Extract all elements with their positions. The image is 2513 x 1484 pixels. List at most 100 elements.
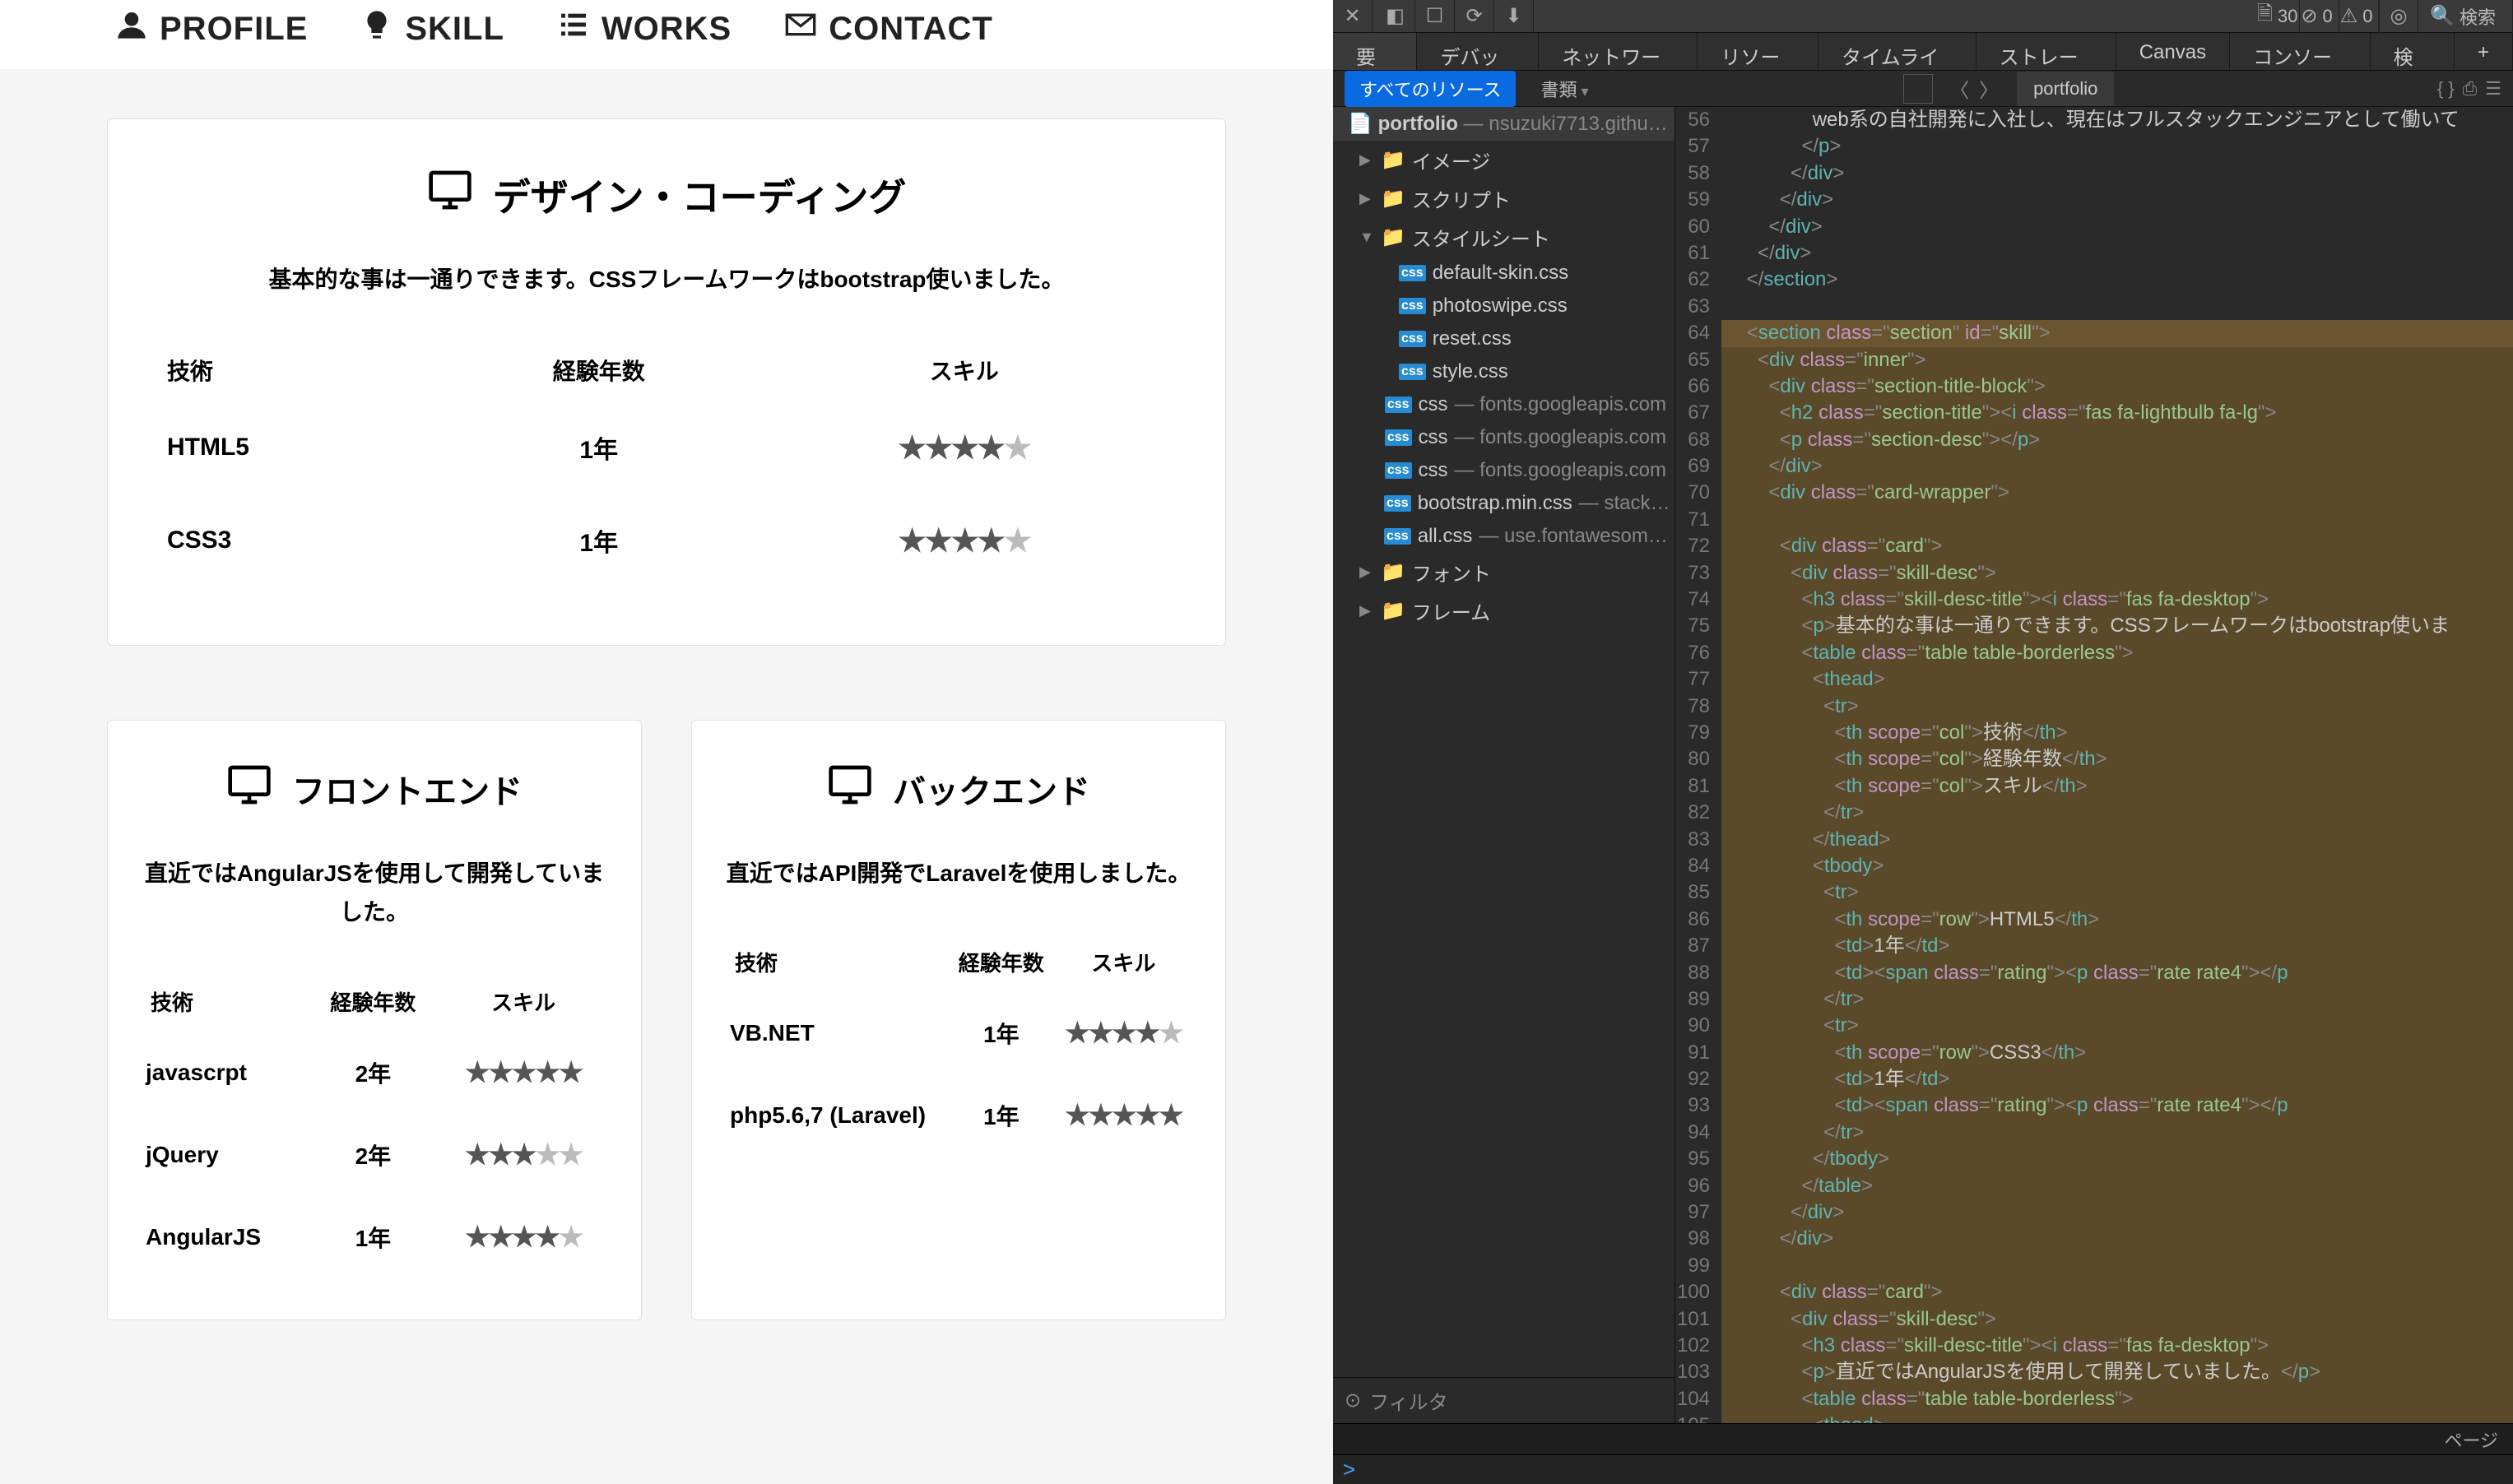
braces-icon[interactable]: { } xyxy=(2437,78,2455,100)
nav-item-skill[interactable]: SKILL xyxy=(360,8,504,49)
devtools-tab-0[interactable]: 要素 xyxy=(1333,33,1417,70)
code-line[interactable]: 88 <td><span class="rating"><p class="ra… xyxy=(1675,960,2513,986)
tree-folder[interactable]: ▶📁 イメージ xyxy=(1333,141,1675,179)
devtools-tab-5[interactable]: ストレージ xyxy=(1976,33,2116,70)
devtools-tab-4[interactable]: タイムライン xyxy=(1819,33,1976,70)
code-line[interactable]: 67 <h2 class="section-title"><i class="f… xyxy=(1675,400,2513,426)
dock-left-icon[interactable]: ◧ xyxy=(1376,0,1415,33)
tree-folder[interactable]: ▶📁 フレーム xyxy=(1333,591,1675,630)
nav-item-contact[interactable]: CONTACT xyxy=(784,8,993,49)
file-tab[interactable]: portfolio xyxy=(2017,72,2114,106)
tree-folder[interactable]: ▶📁 スクリプト xyxy=(1333,179,1675,218)
nav-forward-icon[interactable]: 〉 xyxy=(1979,74,1999,103)
code-line[interactable]: 75 <p>基本的な事は一通りできます。CSSフレームワークはbootstrap… xyxy=(1675,613,2513,639)
code-line[interactable]: 102 <h3 class="skill-desc-title"><i clas… xyxy=(1675,1333,2513,1359)
code-line[interactable]: 83 </thead> xyxy=(1675,827,2513,853)
code-line[interactable]: 76 <table class="table table-borderless"… xyxy=(1675,640,2513,666)
code-line[interactable]: 82 </tr> xyxy=(1675,800,2513,826)
devtools-tab-6[interactable]: Canvas xyxy=(2116,33,2230,70)
tree-filter[interactable]: ⊙フィルタ xyxy=(1333,1377,1675,1423)
code-line[interactable]: 85 <tr> xyxy=(1675,879,2513,906)
code-line[interactable]: 96 </table> xyxy=(1675,1173,2513,1199)
download-icon[interactable]: ⬇ xyxy=(1494,0,1534,33)
code-line[interactable]: 89 </tr> xyxy=(1675,986,2513,1013)
tree-file[interactable]: css css — fonts.googleapis.com xyxy=(1333,388,1675,421)
devtools-tab-8[interactable]: 検索 xyxy=(2371,33,2455,70)
breadcrumb[interactable]: 書類 xyxy=(1540,76,1588,102)
resource-filter-pill[interactable]: すべてのリソース xyxy=(1345,71,1516,107)
document-icon[interactable]: 🗎30 xyxy=(2260,0,2300,33)
code-line[interactable]: 56 web系の自社開発に入社し、現在はフルスタックエンジニアとして働いて xyxy=(1675,107,2513,133)
code-line[interactable]: 86 <th scope="row">HTML5</th> xyxy=(1675,907,2513,933)
code-line[interactable]: 68 <p class="section-desc"></p> xyxy=(1675,427,2513,453)
nav-item-profile[interactable]: PROFILE xyxy=(115,8,308,49)
code-line[interactable]: 65 <div class="inner"> xyxy=(1675,347,2513,373)
source-code[interactable]: 56 web系の自社開発に入社し、現在はフルスタックエンジニアとして働いて57 … xyxy=(1675,107,2513,1423)
code-line[interactable]: 69 </div> xyxy=(1675,453,2513,480)
warnings-icon[interactable]: ⚠0 xyxy=(2339,0,2379,33)
devtools-tab-3[interactable]: リソース xyxy=(1698,33,1819,70)
reload-icon[interactable]: ⟳ xyxy=(1455,0,1494,33)
wrap-icon[interactable]: ☰ xyxy=(2485,78,2501,100)
code-line[interactable]: 64 <section class="section" id="skill"> xyxy=(1675,320,2513,346)
code-line[interactable]: 78 <tr> xyxy=(1675,693,2513,720)
code-line[interactable]: 97 </div> xyxy=(1675,1199,2513,1226)
code-line[interactable]: 84 <tbody> xyxy=(1675,853,2513,879)
code-line[interactable]: 101 <div class="skill-desc"> xyxy=(1675,1306,2513,1333)
code-line[interactable]: 70 <div class="card-wrapper"> xyxy=(1675,480,2513,506)
tree-root[interactable]: 📄 portfolio — nsuzuki7713.githu… xyxy=(1333,107,1675,141)
errors-icon[interactable]: ⊘0 xyxy=(2300,0,2339,33)
code-line[interactable]: 62 </section> xyxy=(1675,267,2513,293)
code-line[interactable]: 66 <div class="section-title-block"> xyxy=(1675,373,2513,400)
code-line[interactable]: 57 </p> xyxy=(1675,133,2513,160)
devtools-tab-7[interactable]: コンソール xyxy=(2230,33,2371,70)
code-line[interactable]: 100 <div class="card"> xyxy=(1675,1279,2513,1305)
tree-folder[interactable]: ▼📁 スタイルシート xyxy=(1333,218,1675,257)
code-line[interactable]: 90 <tr> xyxy=(1675,1013,2513,1039)
inspect-icon[interactable]: ◎ xyxy=(2379,0,2418,33)
code-line[interactable]: 81 <th scope="col">スキル</th> xyxy=(1675,773,2513,800)
add-tab-button[interactable]: + xyxy=(2455,33,2513,70)
code-line[interactable]: 80 <th scope="col">経験年数</th> xyxy=(1675,746,2513,772)
code-line[interactable]: 99 xyxy=(1675,1253,2513,1279)
code-line[interactable]: 104 <table class="table table-borderless… xyxy=(1675,1386,2513,1412)
tree-file[interactable]: css css — fonts.googleapis.com xyxy=(1333,421,1675,454)
code-line[interactable]: 92 <td>1年</td> xyxy=(1675,1066,2513,1092)
code-line[interactable]: 74 <h3 class="skill-desc-title"><i class… xyxy=(1675,587,2513,613)
dock-bottom-icon[interactable]: ☐ xyxy=(1415,0,1455,33)
nav-item-works[interactable]: WORKS xyxy=(557,8,732,49)
code-line[interactable]: 79 <th scope="col">技術</th> xyxy=(1675,720,2513,746)
code-line[interactable]: 71 xyxy=(1675,507,2513,533)
sidebar-toggle-icon[interactable] xyxy=(1903,74,1933,104)
code-line[interactable]: 63 xyxy=(1675,294,2513,320)
code-line[interactable]: 77 <thead> xyxy=(1675,666,2513,693)
tree-file[interactable]: css photoswipe.css xyxy=(1333,290,1675,322)
code-line[interactable]: 59 </div> xyxy=(1675,187,2513,213)
devtools-tab-1[interactable]: デバッガ xyxy=(1417,33,1539,70)
tree-file[interactable]: css bootstrap.min.css — stack… xyxy=(1333,487,1675,520)
close-icon[interactable]: ✕ xyxy=(1333,0,1373,33)
code-line[interactable]: 58 </div> xyxy=(1675,160,2513,187)
format-icon[interactable]: ⎙ xyxy=(2463,78,2478,100)
code-line[interactable]: 73 <div class="skill-desc"> xyxy=(1675,560,2513,587)
code-line[interactable]: 87 <td>1年</td> xyxy=(1675,933,2513,959)
tree-file[interactable]: css all.css — use.fontawesom… xyxy=(1333,520,1675,553)
tree-file[interactable]: css css — fonts.googleapis.com xyxy=(1333,454,1675,487)
code-line[interactable]: 103 <p>直近ではAngularJSを使用して開発していました。</p> xyxy=(1675,1359,2513,1385)
code-line[interactable]: 94 </tr> xyxy=(1675,1120,2513,1146)
tree-folder[interactable]: ▶📁 フォント xyxy=(1333,553,1675,591)
code-line[interactable]: 105 <thead> xyxy=(1675,1412,2513,1423)
code-line[interactable]: 61 </div> xyxy=(1675,240,2513,267)
code-line[interactable]: 95 </tbody> xyxy=(1675,1146,2513,1172)
search-field[interactable]: 🔍検索 xyxy=(2418,0,2513,33)
devtools-tab-2[interactable]: ネットワーク xyxy=(1539,33,1698,70)
console-bar[interactable]: > xyxy=(1333,1454,2513,1484)
code-line[interactable]: 98 </div> xyxy=(1675,1226,2513,1252)
tree-file[interactable]: css style.css xyxy=(1333,355,1675,388)
code-line[interactable]: 93 <td><span class="rating"><p class="ra… xyxy=(1675,1092,2513,1119)
code-line[interactable]: 91 <th scope="row">CSS3</th> xyxy=(1675,1040,2513,1066)
tree-file[interactable]: css default-skin.css xyxy=(1333,257,1675,290)
code-line[interactable]: 72 <div class="card"> xyxy=(1675,533,2513,559)
nav-back-icon[interactable]: 〈 xyxy=(1949,74,1969,103)
tree-file[interactable]: css reset.css xyxy=(1333,322,1675,355)
